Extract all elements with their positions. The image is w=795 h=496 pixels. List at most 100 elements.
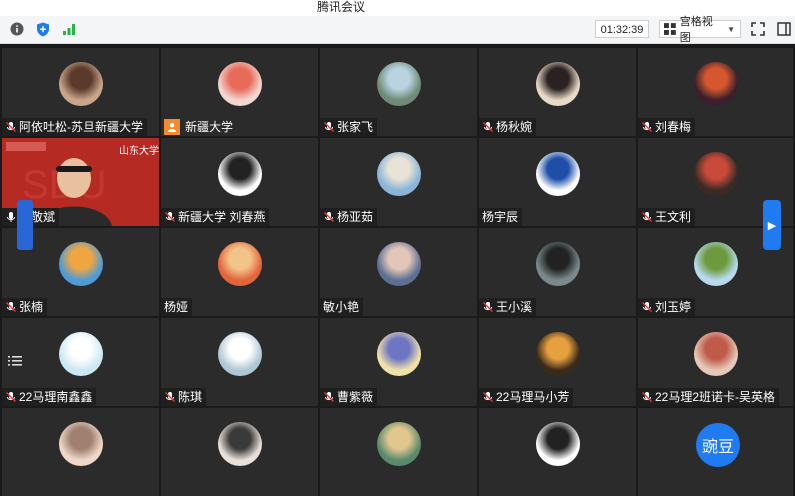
participant-name: 杨秋婉: [496, 120, 533, 134]
window-title: 腾讯会议: [317, 0, 366, 14]
avatar: [694, 332, 738, 376]
participant-name-label: 杨亚茹: [320, 208, 378, 226]
participant-tile[interactable]: 豌豆: [638, 408, 793, 496]
participant-name-label: 曹紫薇: [320, 388, 378, 406]
mic-muted-icon: [324, 122, 334, 132]
participant-name: 陈琪: [178, 390, 203, 404]
chevron-down-icon: ▼: [727, 24, 735, 34]
title-bar: 腾讯会议: [0, 0, 795, 16]
participant-tile[interactable]: 敏小艳: [320, 228, 477, 316]
participant-name: 王文利: [655, 210, 692, 224]
participant-tile[interactable]: 新疆大学: [161, 48, 318, 136]
avatar: [377, 62, 421, 106]
participant-name: 22马理南鑫鑫: [19, 390, 93, 404]
grid-view-button[interactable]: 宫格视图 ▼: [659, 16, 741, 44]
participant-tile[interactable]: [2, 408, 159, 496]
mic-muted-icon: [642, 122, 652, 132]
participant-name: 张楠: [19, 300, 44, 314]
participant-name-label: 22马理2班诺卡-吴英格: [638, 388, 780, 406]
participant-tile[interactable]: 新疆大学 刘春燕: [161, 138, 318, 226]
participant-name: 杨宇辰: [482, 210, 519, 224]
avatar: [59, 242, 103, 286]
participant-tile[interactable]: 陈琪: [161, 318, 318, 406]
participant-tile[interactable]: 阿依吐松-苏旦新疆大学: [2, 48, 159, 136]
mic-muted-icon: [6, 392, 16, 402]
participant-tile[interactable]: 张家飞: [320, 48, 477, 136]
toolbar: 01:32:39 宫格视图 ▼: [0, 16, 795, 44]
view-label: 宫格视图: [679, 16, 713, 44]
participant-tile[interactable]: 杨宇辰: [479, 138, 636, 226]
participant-name: 阿依吐松-苏旦新疆大学: [19, 120, 143, 134]
participant-name: 敏小艳: [323, 300, 360, 314]
next-page-button[interactable]: ▶: [763, 200, 781, 250]
avatar: [218, 332, 262, 376]
participant-tile[interactable]: 曹紫薇: [320, 318, 477, 406]
participant-name-label: 陈琪: [161, 388, 207, 406]
participant-tile[interactable]: 王小溪: [479, 228, 636, 316]
participant-name-label: 张家飞: [320, 118, 378, 136]
avatar: [218, 242, 262, 286]
participant-name-label: 22马理马小芳: [479, 388, 574, 406]
mic-muted-icon: [165, 392, 175, 402]
avatar: [59, 62, 103, 106]
participant-tile[interactable]: 杨亚茹: [320, 138, 477, 226]
grid-view-icon: [664, 23, 676, 35]
avatar: [218, 422, 262, 466]
participant-name: 王小溪: [496, 300, 533, 314]
avatar: [694, 62, 738, 106]
participant-name: 刘春梅: [655, 120, 692, 134]
fullscreen-icon[interactable]: [750, 21, 766, 37]
participant-name-label: 张楠: [2, 298, 48, 316]
participant-name-label: 刘春梅: [638, 118, 696, 136]
participant-name-label: 王小溪: [479, 298, 537, 316]
avatar: [218, 152, 262, 196]
participant-name: 22马理马小芳: [496, 390, 570, 404]
participant-tile[interactable]: 杨娅: [161, 228, 318, 316]
avatar: [694, 242, 738, 286]
signal-icon[interactable]: [61, 21, 77, 37]
participant-tile[interactable]: 22马理2班诺卡-吴英格: [638, 318, 793, 406]
mic-muted-icon: [6, 122, 16, 132]
participant-name: 曹紫薇: [337, 390, 374, 404]
avatar: [377, 422, 421, 466]
avatar: [377, 332, 421, 376]
shield-icon[interactable]: [35, 21, 51, 37]
participant-name-label: 杨娅: [161, 298, 193, 316]
info-icon[interactable]: [9, 21, 25, 37]
participant-name-label: 新疆大学 刘春燕: [161, 208, 270, 226]
participant-name: 张家飞: [337, 120, 374, 134]
avatar: [59, 332, 103, 376]
mic-icon: [7, 212, 15, 222]
avatar: [218, 62, 262, 106]
chevron-right-icon: ▶: [767, 219, 777, 232]
participant-name-label: 杨宇辰: [479, 208, 523, 226]
video-grid: 阿依吐松-苏旦新疆大学新疆大学张家飞杨秋婉刘春梅SDU山东大学郑敬斌新疆大学 刘…: [0, 46, 795, 496]
participant-name: 新疆大学: [185, 120, 234, 134]
avatar: [536, 152, 580, 196]
participant-tile[interactable]: 22马理南鑫鑫: [2, 318, 159, 406]
participant-name: 杨娅: [164, 300, 189, 314]
mic-muted-icon: [324, 392, 334, 402]
mic-muted-icon: [483, 302, 493, 312]
participant-name-label: 阿依吐松-苏旦新疆大学: [2, 118, 147, 136]
participant-name-label: 王文利: [638, 208, 696, 226]
participant-tile[interactable]: [479, 408, 636, 496]
avatar: [59, 422, 103, 466]
participant-tile[interactable]: [320, 408, 477, 496]
participant-tile[interactable]: [161, 408, 318, 496]
mic-muted-icon: [642, 302, 652, 312]
participant-tile[interactable]: 杨秋婉: [479, 48, 636, 136]
mic-muted-icon: [483, 122, 493, 132]
mic-muted-icon: [324, 212, 334, 222]
participant-list-icon[interactable]: [8, 355, 22, 367]
mic-muted-icon: [165, 212, 175, 222]
avatar: [536, 242, 580, 286]
participant-tile[interactable]: 刘春梅: [638, 48, 793, 136]
participant-name: 杨亚茹: [337, 210, 374, 224]
participant-name-label: 新疆大学: [161, 118, 237, 136]
meeting-timer: 01:32:39: [595, 20, 649, 38]
participant-tile[interactable]: 22马理马小芳: [479, 318, 636, 406]
prev-page-button[interactable]: [17, 200, 33, 250]
participant-name: 22马理2班诺卡-吴英格: [655, 390, 776, 404]
sidebar-toggle-icon[interactable]: [776, 21, 792, 37]
